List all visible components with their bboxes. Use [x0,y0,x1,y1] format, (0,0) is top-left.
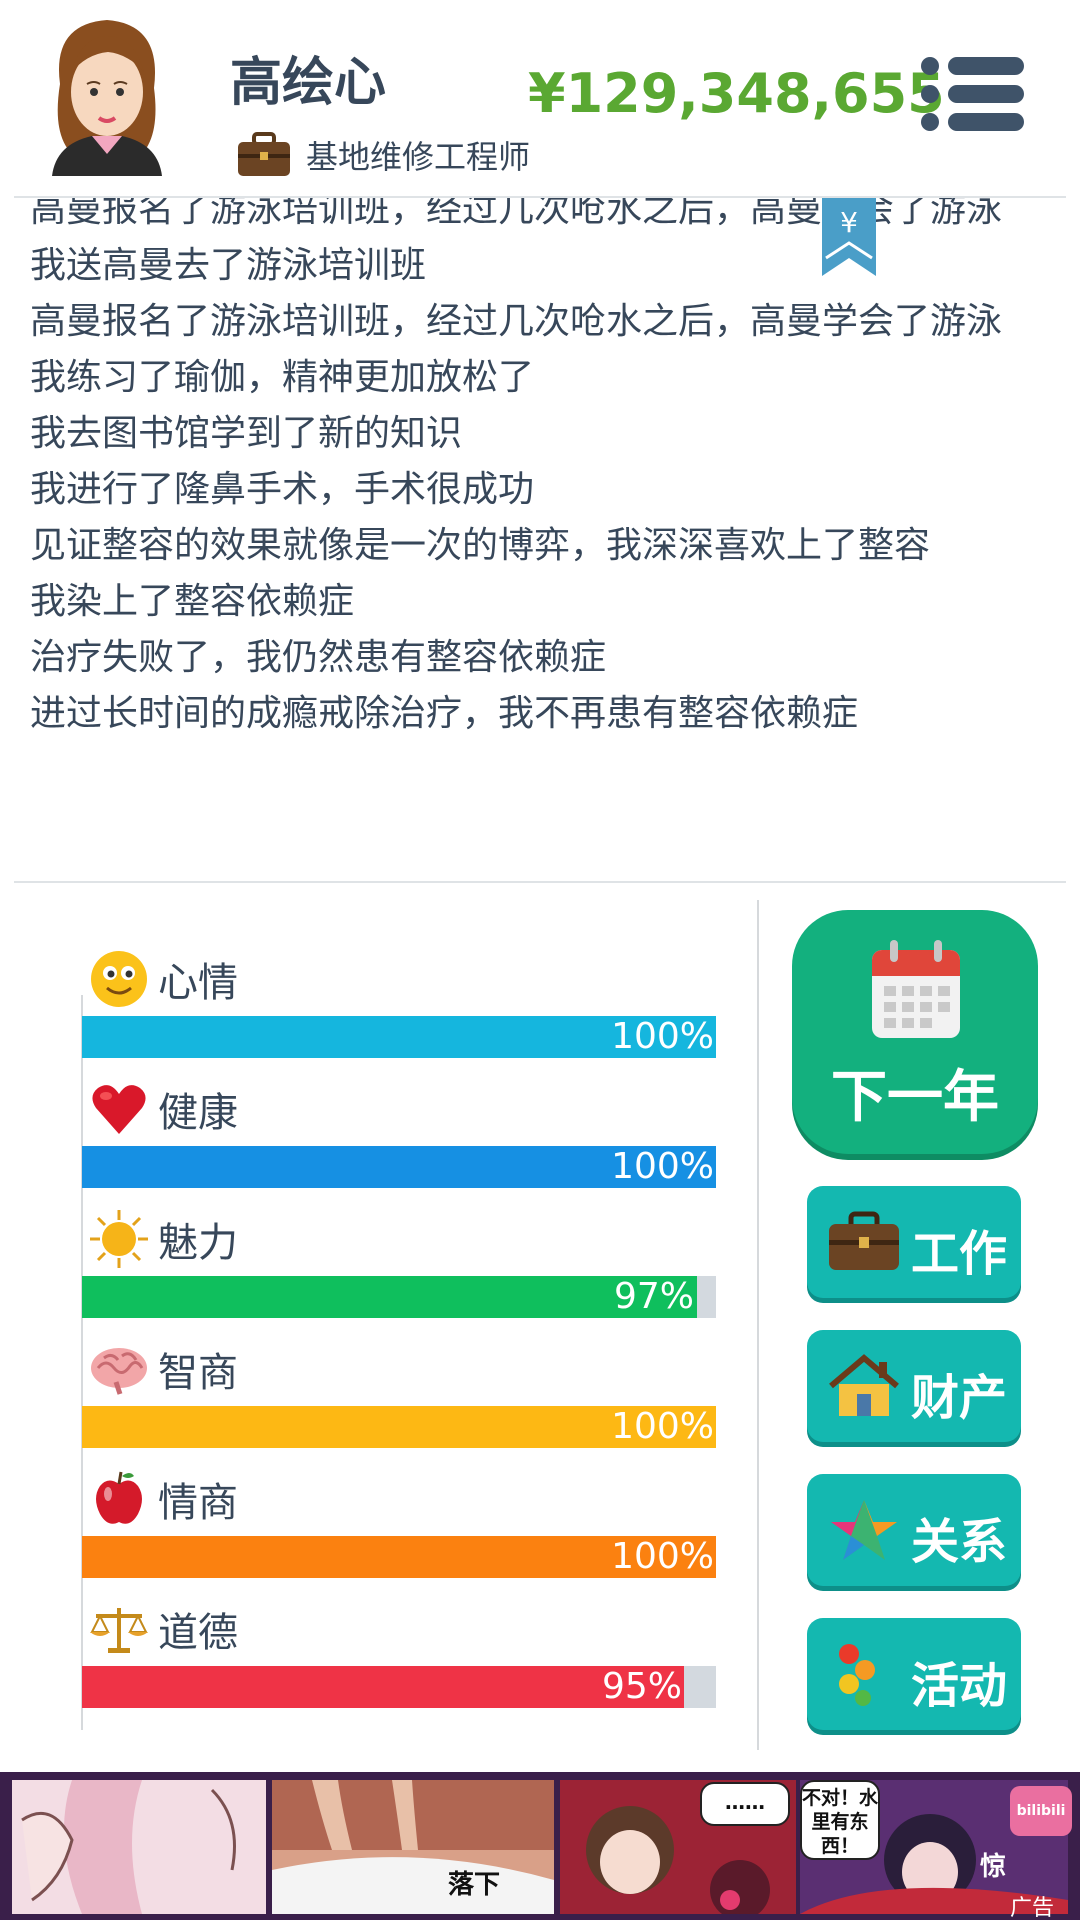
log-line: 高曼报名了游泳培训班，经过几次呛水之后，高曼学会了游泳 [30,301,1003,342]
bookmark-symbol: ¥ [840,206,858,239]
stat-bar: 100% [82,1146,716,1188]
vertical-divider [757,900,759,1750]
bilibili-logo: bilibili [1010,1786,1072,1836]
assets-label: 财产 [911,1370,1008,1426]
menu-icon[interactable] [920,56,1024,132]
relations-button[interactable]: 关系 [807,1474,1021,1586]
stat-value: 100% [611,1146,714,1187]
stat-health: 健康 100% [82,1078,716,1188]
log-line: 我送高曼去了游泳培训班 [30,245,427,286]
sun-icon [90,1210,148,1268]
ad-badge-text: bilibili [1016,1803,1066,1819]
brain-icon [91,1348,147,1395]
stat-mood: 心情 100% [82,948,716,1058]
stat-value: 100% [611,1406,714,1447]
ad-panel-3: …… [560,1780,796,1914]
ad-speech-bubble: 不对！水里有东西！ [800,1780,880,1860]
log-line: 我进行了隆鼻手术，手术很成功 [30,469,535,510]
relations-label: 关系 [911,1514,1008,1570]
ad-panel-2: 落下 [272,1780,554,1914]
activity-dots-icon [839,1644,875,1706]
ad-illustration [272,1780,554,1914]
work-button[interactable]: 工作 [807,1186,1021,1298]
money-balance: ¥129,348,655 [528,62,945,125]
smiley-face-icon [91,951,147,1007]
ad-panel-1 [12,1780,266,1914]
log-line: 我染上了整容依赖症 [30,581,355,622]
log-line: 高曼报名了游泳培训班，经过几次呛水之后，高曼学会了游泳 [30,198,1003,230]
stat-eq: 情商 100% [82,1468,716,1578]
stat-value: 100% [611,1536,714,1577]
ad-illustration [12,1780,266,1914]
stat-bar-fill [82,1276,697,1318]
log-line: 治疗失败了，我仍然患有整容依赖症 [30,637,607,678]
player-name: 高绘心 [230,53,387,113]
stat-bar: 100% [82,1016,716,1058]
briefcase-icon [829,1211,899,1270]
apple-icon [96,1471,142,1524]
star-icon [831,1500,897,1560]
job-row: 基地维修工程师 [236,132,530,178]
next-year-label: 下一年 [831,1065,999,1130]
event-log[interactable]: 高曼报名了游泳培训班，经过几次呛水之后，高曼学会了游泳 我送高曼去了游泳培训班 … [0,198,1080,880]
stat-bar: 100% [82,1536,716,1578]
scales-icon [90,1608,148,1653]
activity-label: 活动 [911,1658,1008,1714]
stat-charm: 魅力 97% [82,1208,716,1318]
heart-icon [92,1085,146,1134]
house-icon [829,1354,899,1416]
work-label: 工作 [911,1226,1008,1282]
next-year-button[interactable]: 下一年 [792,910,1038,1154]
log-line: 我练习了瑜伽，精神更加放松了 [30,357,535,398]
ad-sfx-text: 落下 [448,1870,501,1900]
activity-button[interactable]: 活动 [807,1618,1021,1730]
stat-value: 95% [601,1666,682,1707]
stat-label: 情商 [158,1480,238,1526]
stat-bar: 97% [82,1276,716,1318]
section-divider [14,881,1066,883]
ad-sfx-text: 惊 [980,1852,1007,1882]
stat-label: 智商 [158,1350,238,1396]
briefcase-icon [238,132,290,176]
stat-value: 97% [613,1276,694,1317]
calendar-icon [872,940,960,1038]
ad-speech-bubble: …… [700,1782,790,1826]
stat-bar-fill [82,1666,685,1708]
ad-label: 广告 [1010,1896,1055,1921]
stat-bar: 95% [82,1666,716,1708]
log-line: 见证整容的效果就像是一次的博弈，我深深喜欢上了整容 [30,525,931,566]
log-line: 我去图书馆学到了新的知识 [30,413,463,454]
stat-iq: 智商 100% [82,1338,716,1448]
header-bar: 高绘心 基地维修工程师 ¥129,348,655 [0,0,1080,196]
stat-morality: 道德 95% [82,1598,716,1708]
stat-label: 道德 [158,1610,238,1656]
money-bookmark-icon[interactable]: ¥ [822,198,876,276]
stat-label: 健康 [158,1090,238,1136]
job-title: 基地维修工程师 [306,138,531,176]
stat-bar: 100% [82,1406,716,1448]
avatar[interactable] [42,14,172,176]
stat-label: 魅力 [158,1220,238,1266]
stat-label: 心情 [158,960,238,1006]
ad-banner[interactable]: 落下 …… 不对！水里有东西！ 惊 [0,1772,1080,1920]
stat-value: 100% [611,1016,714,1057]
assets-button[interactable]: 财产 [807,1330,1021,1442]
log-line: 进过长时间的成瘾戒除治疗，我不再患有整容依赖症 [30,693,859,734]
